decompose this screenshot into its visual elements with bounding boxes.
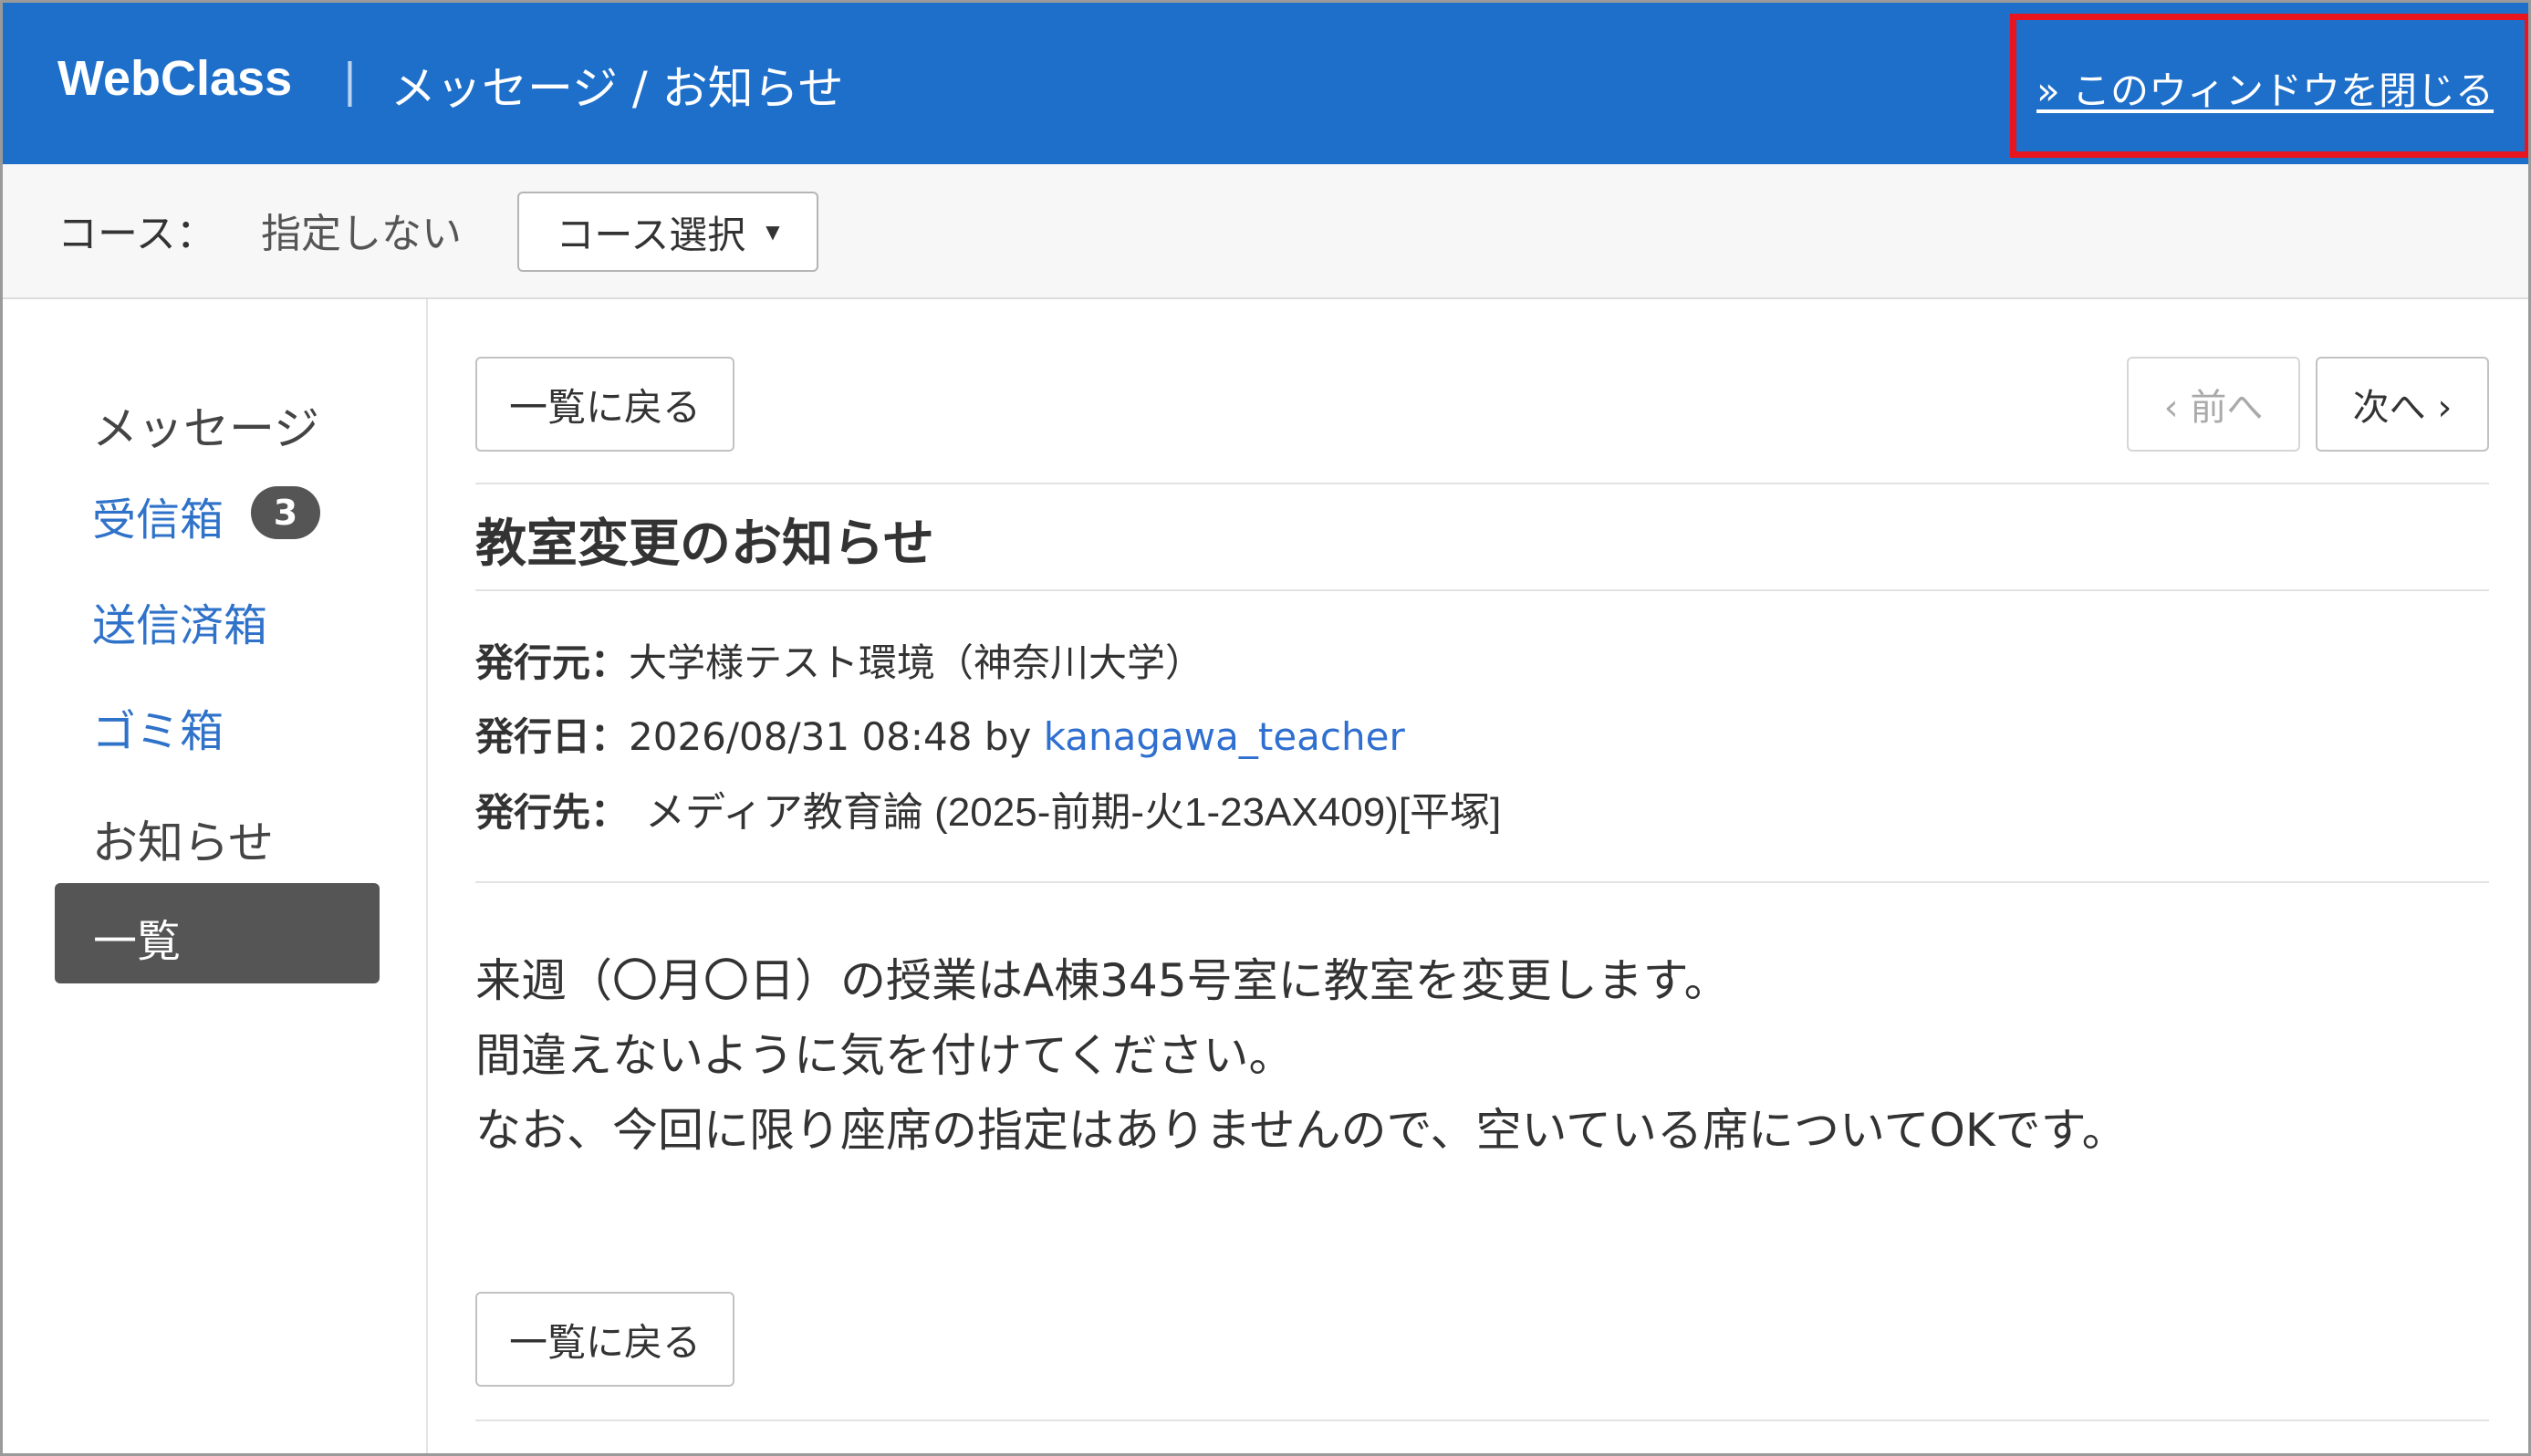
message-body-line: 間違えないように気を付けてください。 bbox=[475, 1029, 1295, 1082]
prev-button[interactable]: ‹ 前へ bbox=[2127, 357, 2300, 452]
divider bbox=[475, 483, 2489, 484]
destination-label: 発行先： bbox=[475, 790, 630, 835]
brand-logo: WebClass bbox=[57, 51, 293, 106]
caret-down-icon: ▼ bbox=[766, 221, 780, 243]
next-button[interactable]: 次へ › bbox=[2316, 357, 2489, 452]
message-title: 教室変更のお知らせ bbox=[475, 515, 934, 574]
sidebar-heading-messages: メッセージ bbox=[92, 402, 319, 455]
date-value: 2026/08/31 08:48 by bbox=[629, 714, 1044, 759]
webclass-window: WebClass | メッセージ / お知らせ » このウィンドウを閉じる コー… bbox=[0, 0, 2531, 1456]
sidebar-item-inbox[interactable]: 受信箱 bbox=[92, 484, 224, 547]
message-body-line: なお、今回に限り座席の指定はありませんので、空いている席についてOKです。 bbox=[475, 1104, 2128, 1157]
meta-date: 発行日：2026/08/31 08:48 by kanagawa_teacher bbox=[475, 706, 1405, 762]
header-bar: WebClass | メッセージ / お知らせ » このウィンドウを閉じる bbox=[3, 3, 2528, 164]
page-title: メッセージ / お知らせ bbox=[391, 62, 844, 115]
inbox-count-badge: 3 bbox=[251, 486, 320, 539]
message-body-line: 来週（〇月〇日）の授業はA棟345号室に教室を変更します。 bbox=[475, 954, 1730, 1007]
back-to-list-button[interactable]: 一覧に戻る bbox=[475, 357, 734, 452]
sender-value: 大学様テスト環境（神奈川大学） bbox=[629, 640, 1204, 685]
course-select-button[interactable]: コース選択 ▼ bbox=[517, 192, 818, 272]
sidebar-item-trash[interactable]: ゴミ箱 bbox=[92, 695, 224, 759]
date-label: 発行日： bbox=[475, 714, 630, 759]
sidebar-item-sent[interactable]: 送信済箱 bbox=[92, 589, 267, 653]
close-window-highlight: » このウィンドウを閉じる bbox=[2010, 14, 2528, 158]
course-label: コース： bbox=[57, 211, 216, 257]
sidebar-item-label: 一覧 bbox=[93, 916, 182, 967]
sidebar-item-notices-list[interactable]: 一覧 bbox=[55, 883, 380, 983]
back-to-list-button-bottom[interactable]: 一覧に戻る bbox=[475, 1292, 734, 1387]
sender-label: 発行元： bbox=[475, 640, 630, 685]
meta-destination: 発行先： メディア教育論 (2025-前期-火1-23AX409)[平塚] bbox=[475, 779, 1501, 837]
divider bbox=[475, 1420, 2489, 1421]
meta-sender: 発行元：大学様テスト環境（神奈川大学） bbox=[475, 632, 1203, 688]
course-value: 指定しない bbox=[261, 211, 462, 257]
author-link[interactable]: kanagawa_teacher bbox=[1044, 714, 1405, 759]
close-window-link[interactable]: » このウィンドウを閉じる bbox=[2036, 60, 2494, 116]
sidebar-heading-notices: お知らせ bbox=[92, 816, 274, 869]
sidebar: メッセージ 受信箱 3 送信済箱 ゴミ箱 お知らせ 一覧 bbox=[3, 299, 428, 1453]
title-separator: | bbox=[342, 54, 358, 107]
course-bar: コース： 指定しない コース選択 ▼ bbox=[3, 164, 2528, 299]
divider bbox=[475, 881, 2489, 883]
course-select-label: コース選択 bbox=[556, 212, 746, 257]
divider bbox=[475, 589, 2489, 591]
destination-value: メディア教育論 (2025-前期-火1-23AX409)[平塚] bbox=[645, 790, 1502, 835]
